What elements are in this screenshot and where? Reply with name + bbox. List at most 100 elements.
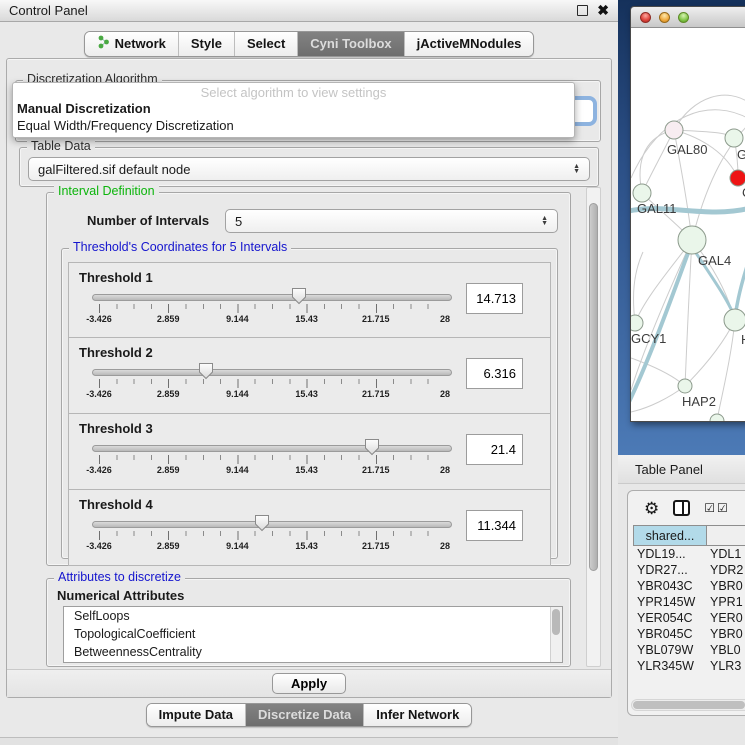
node-label: GCY1 [631, 331, 666, 346]
tab-select[interactable]: Select [234, 32, 297, 56]
slider-ticks [99, 379, 445, 388]
cell-name: YBL0 [707, 642, 745, 658]
slider-ticks [99, 531, 445, 540]
network-edge [631, 386, 685, 412]
tab-cyni-toolbox[interactable]: Cyni Toolbox [297, 32, 403, 56]
table-row[interactable]: YIL052CYIL0 [633, 674, 745, 677]
network-canvas[interactable]: GAL80GACGAL11GAL4GCY1HHAP2 [631, 28, 745, 422]
cell-name: YER0 [707, 610, 745, 626]
column-header-name[interactable]: na [707, 525, 745, 546]
network-node-gal11[interactable] [633, 184, 651, 202]
float-icon[interactable] [577, 5, 588, 16]
tab-jactivemnodules[interactable]: jActiveMNodules [404, 32, 534, 56]
stepper-arrows-icon: ▲▼ [535, 216, 548, 227]
close-traffic-light-icon[interactable] [640, 12, 651, 23]
attributes-legend: Attributes to discretize [54, 570, 185, 584]
slider-track[interactable] [92, 369, 452, 376]
slider-track[interactable] [92, 445, 452, 452]
cell-shared-name: YBR043C [633, 578, 707, 594]
slider-thumb[interactable] [198, 362, 214, 385]
close-icon[interactable]: ✖ [597, 5, 609, 16]
threshold-label: Threshold 1 [79, 270, 153, 285]
tab-discretize-data[interactable]: Discretize Data [245, 704, 363, 726]
thresholds-group: Threshold's Coordinates for 5 Intervals … [61, 248, 558, 559]
threshold-value-field[interactable] [466, 510, 523, 541]
interval-definition-group: Interval Definition Number of Intervals … [46, 192, 571, 566]
checkbox-icons[interactable]: ☑☑ [704, 501, 730, 515]
network-node-ga[interactable] [725, 129, 743, 147]
node-label: GA [737, 147, 745, 162]
tab-infer-network[interactable]: Infer Network [363, 704, 471, 726]
table-row[interactable]: YBR043CYBR0 [633, 578, 745, 594]
list-item[interactable]: BetweennessCentrality [64, 643, 562, 661]
table-data-value: galFiltered.sif default node [38, 162, 190, 177]
column-header-shared[interactable]: shared... [633, 525, 707, 546]
number-of-intervals-combobox[interactable]: 5 ▲▼ [225, 209, 558, 233]
tick-label: 15.43 [295, 389, 318, 399]
table-row[interactable]: YBL079WYBL0 [633, 642, 745, 658]
gear-icon[interactable]: ⚙ [644, 500, 659, 517]
table-row[interactable]: YDL19...YDL1 [633, 546, 745, 562]
network-icon [97, 35, 110, 52]
network-node-h[interactable] [724, 309, 745, 331]
network-node-gal80[interactable] [665, 121, 683, 139]
slider-track[interactable] [92, 521, 452, 528]
table-data-legend: Table Data [27, 139, 95, 153]
tick-label: -3.426 [86, 541, 112, 551]
split-columns-icon[interactable] [673, 500, 690, 516]
cell-name: YBR0 [707, 626, 745, 642]
node-label: HAP2 [682, 394, 716, 409]
threshold-label: Threshold 2 [79, 345, 153, 360]
threshold-value-field[interactable] [466, 358, 523, 389]
list-scrollbar[interactable] [550, 607, 562, 662]
table-hscrollbar-thumb[interactable] [633, 701, 745, 709]
cell-shared-name: YBR045C [633, 626, 707, 642]
slider-thumb[interactable] [364, 438, 380, 461]
table-data-group: Table Data galFiltered.sif default node … [19, 147, 599, 187]
list-item[interactable]: SelfLoops [64, 607, 562, 625]
slider-ticks [99, 304, 445, 313]
tick-label: 2.859 [157, 389, 180, 399]
table-row[interactable]: YLR345WYLR3 [633, 658, 745, 674]
threshold-value-field[interactable] [466, 283, 523, 314]
cell-name: YDL1 [707, 546, 745, 562]
menu-item-manual-discretization[interactable]: Manual Discretization [13, 100, 574, 117]
threshold-value-field[interactable] [466, 434, 523, 465]
apply-row: Apply [7, 669, 611, 697]
apply-button[interactable]: Apply [272, 673, 346, 694]
settings-scrollbar-thumb[interactable] [589, 203, 598, 571]
tab-impute-data[interactable]: Impute Data [147, 704, 245, 726]
list-item[interactable]: TopologicalCoefficient [64, 625, 562, 643]
table-hscrollbar[interactable] [631, 699, 745, 711]
menu-item-equal-width-frequency-discretization[interactable]: Equal Width/Frequency Discretization [13, 117, 574, 134]
tab-network[interactable]: Network [85, 32, 178, 56]
cell-shared-name: YIL052C [633, 674, 707, 677]
numerical-attributes-list: SelfLoopsTopologicalCoefficientBetweenne… [63, 606, 563, 663]
slider-thumb[interactable] [291, 287, 307, 310]
table-row[interactable]: YER054CYER0 [633, 610, 745, 626]
cell-shared-name: YDR27... [633, 562, 707, 578]
network-node[interactable] [710, 414, 724, 422]
tab-style[interactable]: Style [178, 32, 234, 56]
network-node-gal4[interactable] [678, 226, 706, 254]
minimize-traffic-light-icon[interactable] [659, 12, 670, 23]
table-data-combobox[interactable]: galFiltered.sif default node ▲▼ [28, 157, 590, 181]
tick-label: 2.859 [157, 541, 180, 551]
zoom-traffic-light-icon[interactable] [678, 12, 689, 23]
cell-shared-name: YER054C [633, 610, 707, 626]
tick-label: 21.715 [362, 314, 390, 324]
settings-scrollbar[interactable] [586, 187, 601, 667]
node-label: H [741, 332, 745, 347]
threshold-panel: Threshold 2-3.4262.8599.14415.4321.71528 [68, 338, 551, 414]
slider-thumb[interactable] [254, 514, 270, 537]
attributes-group: Attributes to discretize Numerical Attri… [46, 578, 571, 667]
network-node-c[interactable] [730, 170, 745, 186]
table-row[interactable]: YDR27...YDR2 [633, 562, 745, 578]
tab-label: Style [191, 36, 222, 51]
table-row[interactable]: YPR145WYPR1 [633, 594, 745, 610]
table-row[interactable]: YBR045CYBR0 [633, 626, 745, 642]
network-node-hap2[interactable] [678, 379, 692, 393]
node-label: GAL80 [667, 142, 707, 157]
slider-track[interactable] [92, 294, 452, 301]
network-node-gcy1[interactable] [631, 315, 643, 331]
